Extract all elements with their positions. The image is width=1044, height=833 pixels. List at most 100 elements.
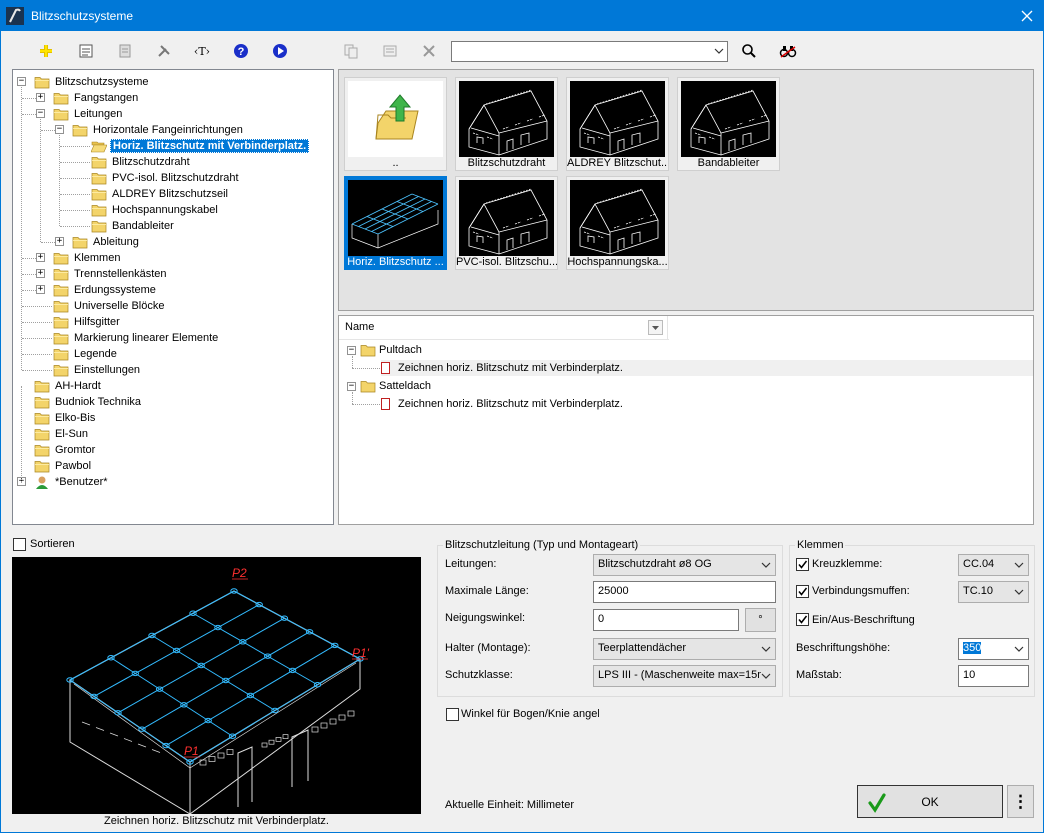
tree-node[interactable]: Gromtor <box>34 442 97 458</box>
copy-button[interactable] <box>339 40 363 62</box>
tree-node[interactable]: Elko-Bis <box>34 410 97 426</box>
list-item[interactable]: − Pultdach <box>347 342 422 358</box>
collapse-icon[interactable]: − <box>36 109 45 118</box>
hoehe-combo[interactable]: 350 <box>958 638 1029 660</box>
ok-button[interactable]: OK <box>857 785 1003 818</box>
collapse-icon[interactable]: − <box>55 125 64 134</box>
tree-connector <box>352 392 353 404</box>
kreuzklemme-value: CC.04 <box>963 558 995 570</box>
advanced-search-button[interactable] <box>776 40 800 62</box>
tree-node[interactable]: Trennstellenkästen <box>53 266 169 282</box>
massstab-input[interactable]: 10 <box>958 665 1029 687</box>
tree-node[interactable]: Fangstangen <box>53 90 140 106</box>
name-column-header[interactable]: Name <box>345 321 374 333</box>
tree-node[interactable]: Einstellungen <box>53 362 142 378</box>
tree-node[interactable]: Horizontale Fangeinrichtungen <box>72 122 245 138</box>
folder-icon <box>34 412 50 424</box>
folder-icon <box>34 396 50 408</box>
search-combo[interactable] <box>451 41 728 62</box>
expand-icon[interactable]: + <box>36 269 45 278</box>
delete-button[interactable] <box>417 40 441 62</box>
tree-connector <box>352 368 380 369</box>
tree-node-label: Bandableiter <box>112 220 174 232</box>
expand-icon[interactable]: + <box>36 253 45 262</box>
list-item[interactable]: Zeichnen horiz. Blitzschutz mit Verbinde… <box>381 360 1033 376</box>
beschriftung-checkbox[interactable] <box>796 613 809 626</box>
document-button[interactable] <box>113 40 137 62</box>
add-button[interactable] <box>34 40 58 62</box>
list-header[interactable]: Name <box>339 316 669 340</box>
folder-icon <box>53 252 69 264</box>
tree-node[interactable]: *Benutzer* <box>34 474 110 490</box>
thumbnail-item[interactable]: Bandableiter <box>677 77 780 171</box>
tree-node[interactable]: Blitzschutzsysteme <box>34 74 151 90</box>
more-button[interactable]: ⋮ <box>1007 785 1034 818</box>
tree-node[interactable]: ALDREY Blitzschutzseil <box>91 186 230 202</box>
thumbnail-item[interactable]: Blitzschutzdraht <box>455 77 558 171</box>
leitungen-select[interactable]: Blitzschutzdraht ø8 OG <box>593 554 776 576</box>
collapse-icon[interactable]: − <box>347 345 356 355</box>
tree-node[interactable]: AH-Hardt <box>34 378 103 394</box>
tree-node[interactable]: Hochspannungskabel <box>91 202 220 218</box>
column-dropdown-button[interactable] <box>648 320 663 335</box>
kreuzklemme-select[interactable]: CC.04 <box>958 554 1029 576</box>
tree-node[interactable]: Universelle Blöcke <box>53 298 166 314</box>
expand-icon[interactable]: + <box>36 285 45 294</box>
expand-icon[interactable]: + <box>36 93 45 102</box>
search-button[interactable] <box>737 40 761 62</box>
help-button[interactable]: ? <box>229 40 253 62</box>
command-list[interactable]: Name − Pultdach Zeichnen horiz. Blitzschut… <box>338 315 1034 525</box>
tree-connector <box>21 87 22 370</box>
winkel-checkbox[interactable] <box>446 708 459 721</box>
tree-node-label: Hilfsgitter <box>74 316 120 328</box>
tree-node[interactable]: Leitungen <box>53 106 124 122</box>
kreuzklemme-checkbox[interactable] <box>796 558 809 571</box>
verbindungsmuffen-select[interactable]: TC.10 <box>958 581 1029 603</box>
tree-node[interactable]: Erdungssysteme <box>53 282 158 298</box>
tree-node[interactable]: El-Sun <box>34 426 90 442</box>
leitungen-value: Blitzschutzdraht ø8 OG <box>598 558 712 570</box>
sort-checkbox[interactable] <box>13 538 26 551</box>
thumbnail-caption: ALDREY Blitzschut... <box>567 157 668 169</box>
thumbnail-item[interactable]: Hochspannungska... <box>566 176 669 270</box>
tree-node[interactable]: Ableitung <box>72 234 141 250</box>
collapse-icon[interactable]: − <box>17 77 26 86</box>
tree-node[interactable]: Blitzschutzdraht <box>91 154 192 170</box>
tree-node[interactable]: Klemmen <box>53 250 122 266</box>
tools-button[interactable] <box>152 40 176 62</box>
tree-node[interactable]: Pawbol <box>34 458 93 474</box>
thumbnail-item[interactable]: ALDREY Blitzschut... <box>566 77 669 171</box>
schutzklasse-value: LPS III - (Maschenweite max=15m <box>598 669 767 681</box>
close-button[interactable] <box>1010 0 1044 31</box>
thumbnail-item[interactable]: .. <box>344 77 447 171</box>
tree-node-label: Pawbol <box>55 460 92 472</box>
text-tag-button[interactable]: ‹T› <box>190 40 214 62</box>
laenge-input[interactable]: 25000 <box>593 581 776 603</box>
play-button[interactable] <box>268 40 292 62</box>
tree-node[interactable]: Horiz. Blitzschutz mit Verbinderplatz. <box>91 138 310 154</box>
category-tree[interactable]: Blitzschutzsysteme − Fangstangen + Leitungen… <box>12 69 334 525</box>
collapse-icon[interactable]: − <box>347 381 356 391</box>
thumbnail-item[interactable]: Horiz. Blitzschutz ... <box>344 176 447 270</box>
point-label: P1' <box>352 646 370 660</box>
list-item[interactable]: Zeichnen horiz. Blitzschutz mit Verbinde… <box>381 396 623 412</box>
degree-button[interactable]: ° <box>745 608 776 632</box>
tree-node[interactable]: Hilfsgitter <box>53 314 122 330</box>
tree-connector <box>41 242 55 243</box>
neigung-input[interactable]: 0 <box>593 609 739 631</box>
expand-icon[interactable]: + <box>55 237 64 246</box>
schutzklasse-select[interactable]: LPS III - (Maschenweite max=15m <box>593 665 776 687</box>
play-icon <box>273 44 287 58</box>
tree-node[interactable]: Markierung linearer Elemente <box>53 330 220 346</box>
unit-label: Aktuelle Einheit: Millimeter <box>445 799 574 811</box>
thumbnail-item[interactable]: PVC-isol. Blitzschu... <box>455 176 558 270</box>
tree-node[interactable]: Legende <box>53 346 119 362</box>
tree-node[interactable]: Budniok Technika <box>34 394 143 410</box>
tree-node[interactable]: PVC-isol. Blitzschutzdraht <box>91 170 241 186</box>
properties-button[interactable] <box>74 40 98 62</box>
halter-select[interactable]: Teerplattendächer <box>593 638 776 660</box>
list-item[interactable]: − Satteldach <box>347 378 431 394</box>
tree-node[interactable]: Bandableiter <box>91 218 176 234</box>
list-view-button[interactable] <box>378 40 402 62</box>
verbindungsmuffen-checkbox[interactable] <box>796 585 809 598</box>
